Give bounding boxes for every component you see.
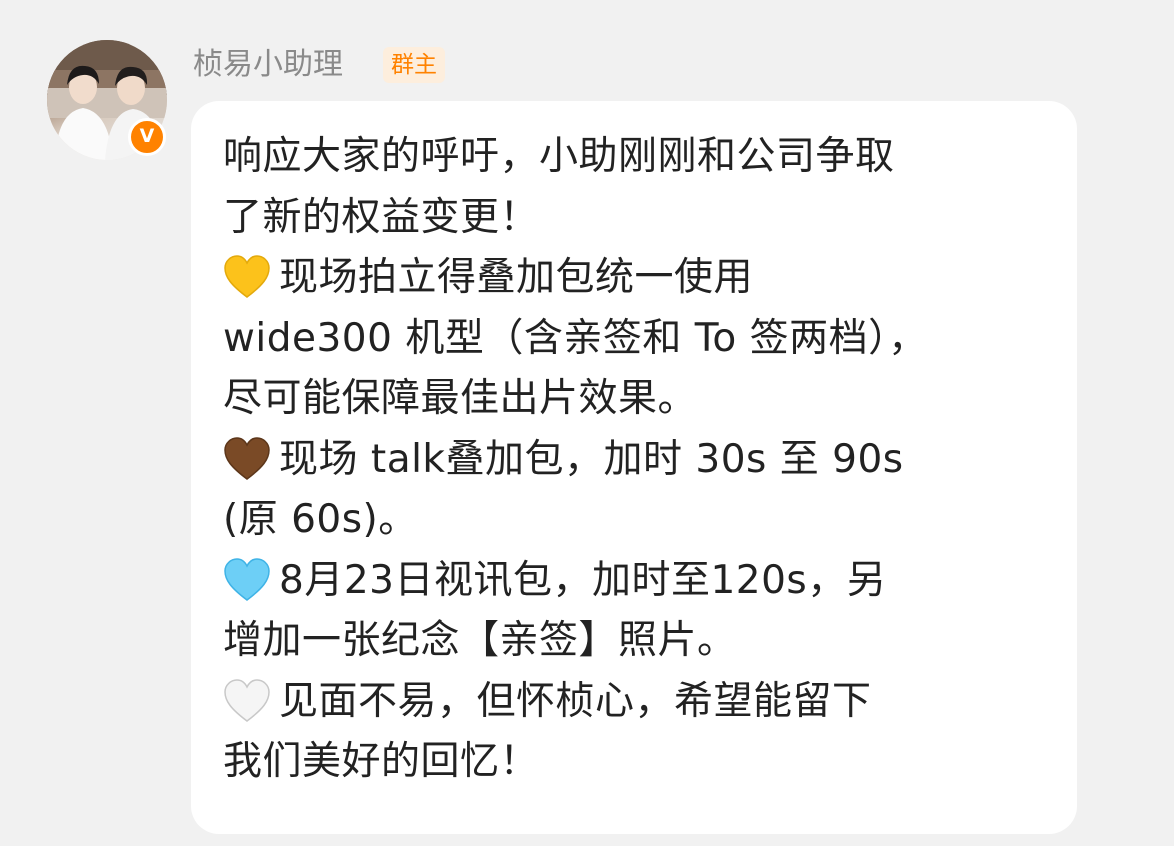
line-text: wide300 机型（含亲签和 To 签两档），: [223, 315, 928, 361]
line-text: 响应大家的呼吁，小助刚刚和公司争取: [223, 134, 895, 179]
sender-name[interactable]: 桢易小助理: [193, 42, 343, 88]
message-line: 我们美好的回忆！: [223, 732, 1077, 793]
message-bubble[interactable]: 响应大家的呼吁，小助刚刚和公司争取 了新的权益变更！ 现场拍立得叠加包统一使用 …: [191, 101, 1077, 834]
role-badge: 群主: [383, 47, 445, 83]
message-line: (原 60s)。: [223, 490, 1077, 551]
message-line: 响应大家的呼吁，小助刚刚和公司争取: [223, 127, 1077, 188]
line-text: 尽可能保障最佳出片效果。: [223, 376, 698, 421]
message-line: wide300 机型（含亲签和 To 签两档），: [223, 309, 1077, 370]
verified-badge-icon: V: [128, 118, 166, 156]
line-text: 现场 talk叠加包，加时 30s 至 90s: [279, 436, 904, 482]
line-text: 现场拍立得叠加包统一使用: [279, 255, 754, 300]
message-line: 8月23日视讯包，加时至120s，另: [223, 551, 1077, 612]
line-text: 8月23日视讯包，加时至120s，另: [279, 557, 887, 603]
line-text: (原 60s)。: [223, 497, 418, 542]
message-line: 现场 talk叠加包，加时 30s 至 90s: [223, 430, 1077, 491]
message-line: 见面不易，但怀桢心，希望能留下: [223, 672, 1077, 733]
line-text: 增加一张纪念【亲签】照片。: [223, 618, 737, 663]
message-line: 增加一张纪念【亲签】照片。: [223, 611, 1077, 672]
message-line: 尽可能保障最佳出片效果。: [223, 369, 1077, 430]
message-line: 现场拍立得叠加包统一使用: [223, 248, 1077, 309]
line-text: 了新的权益变更！: [223, 194, 540, 240]
line-text: 见面不易，但怀桢心，希望能留下: [279, 678, 872, 724]
line-text: 我们美好的回忆！: [223, 739, 540, 784]
message-line: 了新的权益变更！: [223, 188, 1077, 249]
chat-message: V 桢易小助理 群主 响应大家的呼吁，小助刚刚和公司争取 了新的权益变更！ 现场…: [0, 0, 1174, 846]
